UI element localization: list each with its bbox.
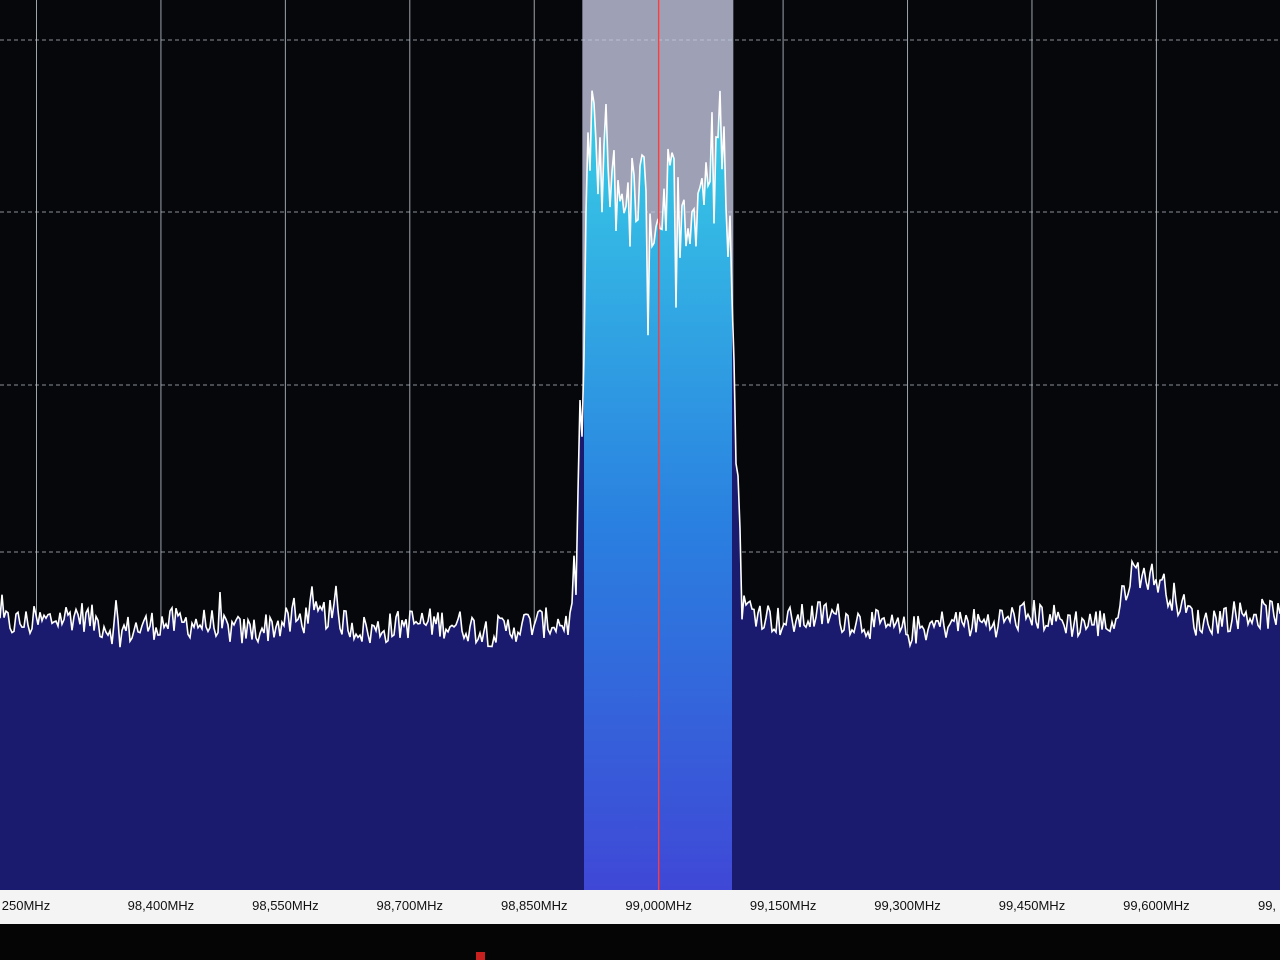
frequency-tick-label: 99,600MHz [1123,898,1190,913]
frequency-tick-label: 98,550MHz [252,898,319,913]
spectrum-analyzer: 250MHz 98,400MHz 98,550MHz 98,700MHz 98,850M… [0,0,1280,960]
frequency-tick-label: 99,300MHz [874,898,941,913]
frequency-tick-label: 250MHz [1,898,51,913]
frequency-axis: 250MHz 98,400MHz 98,550MHz 98,700MHz 98,850M… [0,890,1280,924]
frequency-tick-label: 99,150MHz [749,898,817,913]
frequency-tick-label: 98,850MHz [500,898,568,913]
spectrum-plot[interactable] [0,0,1280,890]
tuning-marker[interactable] [476,952,485,960]
frequency-tick-label: 98,700MHz [376,898,444,913]
frequency-tick-label: 99, [1257,898,1277,913]
bottom-panel [0,924,1280,960]
frequency-tick-label: 98,400MHz [127,898,195,913]
frequency-tick-label: 99,450MHz [998,898,1066,913]
frequency-tick-label: 99,000MHz [625,898,692,913]
